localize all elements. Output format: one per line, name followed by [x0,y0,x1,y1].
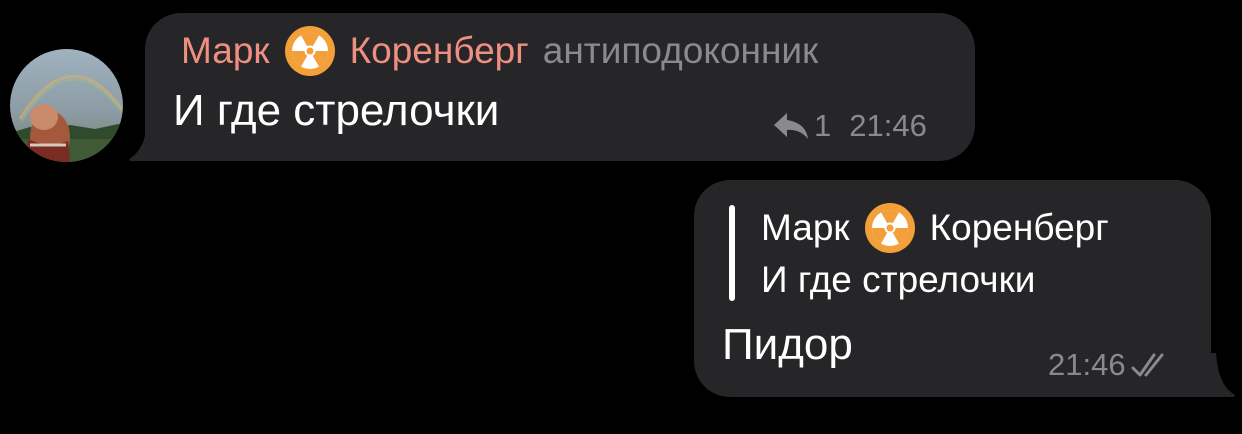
incoming-message-text: И где стрелочки [173,86,500,135]
incoming-time: 21:46 [849,108,927,143]
quoted-author-last: Коренберг [929,207,1109,248]
radioactive-icon [864,202,916,254]
outgoing-message-meta: 21:46 [1048,345,1172,385]
quote-bar [729,205,735,301]
sender-last-name[interactable]: Коренберг [350,30,529,72]
avatar[interactable] [10,49,123,162]
reply-count[interactable]: 1 [814,108,831,144]
sender-rank: антиподоконник [542,30,819,71]
outgoing-message-text: Пидор [722,320,853,369]
radioactive-icon [284,25,336,77]
sender-first-name[interactable]: Марк [181,30,270,72]
chat-view: Марк Коренберг антиподоконник И где стре… [0,0,1242,434]
incoming-message-meta: 1 21:46 [772,106,927,146]
reply-arrow-icon[interactable] [772,111,810,141]
quoted-author[interactable]: Марк Коренберг [761,203,1109,253]
avatar-photo [10,49,123,162]
outgoing-time: 21:46 [1048,347,1126,382]
quoted-text[interactable]: И где стрелочки [761,259,1035,301]
double-check-icon [1131,353,1164,377]
quoted-author-first: Марк [761,207,850,248]
sender-line: Марк Коренберг антиподоконник [181,25,819,77]
